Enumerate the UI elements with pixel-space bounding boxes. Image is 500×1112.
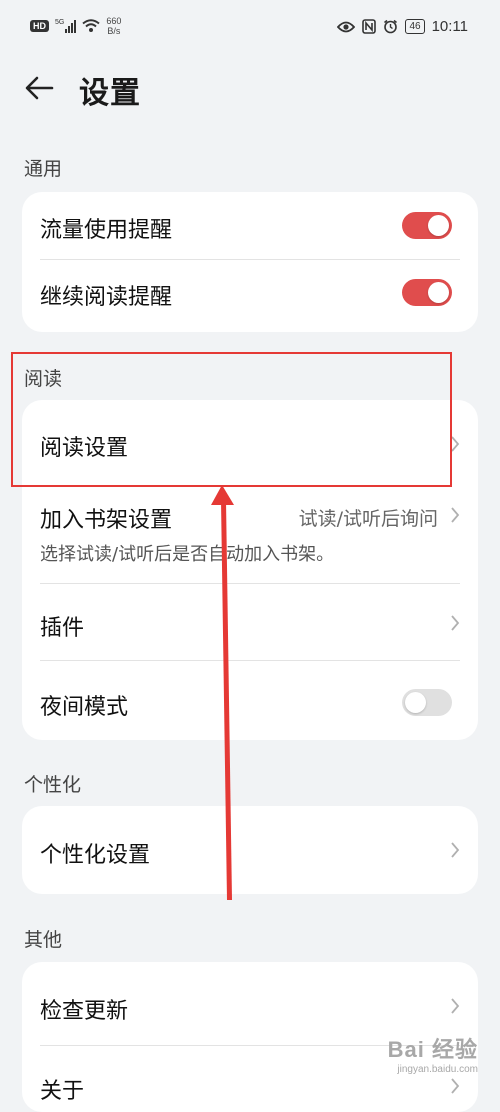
setting-label: 夜间模式	[40, 695, 129, 720]
alarm-icon	[384, 19, 398, 34]
setting-row-personalization[interactable]: 个性化设置	[22, 806, 478, 894]
setting-value: 试读/试听后询问	[298, 508, 438, 530]
setting-label: 流量使用提醒	[40, 218, 173, 243]
nfc-icon	[362, 19, 377, 34]
setting-label: 个性化设置	[40, 843, 151, 868]
signal-icon: 5G	[55, 19, 77, 33]
setting-label: 关于	[40, 1079, 85, 1104]
back-button[interactable]	[22, 68, 62, 108]
arrow-left-icon	[25, 76, 54, 100]
setting-label: 阅读设置	[40, 436, 129, 461]
night-mode-toggle[interactable]	[402, 689, 452, 716]
chevron-right-icon	[451, 615, 460, 631]
setting-row-plugins[interactable]: 插件	[22, 584, 478, 661]
clock: 10:11	[431, 18, 468, 35]
watermark-brand: Bai 经验	[387, 1037, 478, 1062]
section-label-personalization: 个性化	[24, 774, 82, 796]
setting-row-add-to-bookshelf[interactable]: 加入书架设置 试读/试听后询问 选择试读/试听后是否自动加入书架。	[22, 488, 478, 584]
watermark-url: jingyan.baidu.com	[397, 1064, 478, 1075]
setting-label: 插件	[40, 616, 85, 641]
battery-indicator: 46	[405, 19, 425, 34]
setting-row-night-mode[interactable]: 夜间模式	[22, 661, 478, 740]
setting-label: 检查更新	[40, 999, 129, 1024]
chevron-right-icon	[451, 436, 460, 452]
setting-row-reading-settings[interactable]: 阅读设置	[22, 400, 478, 488]
section-label-general: 通用	[24, 158, 63, 180]
card-reading: 阅读设置 加入书架设置 试读/试听后询问 选择试读/试听后是否自动加入书架。 插…	[22, 400, 478, 740]
chevron-right-icon	[451, 507, 460, 523]
network-speed: 660 B/s	[106, 16, 122, 36]
chevron-right-icon	[451, 842, 460, 858]
watermark: Bai 经验 jingyan.baidu.com	[388, 1032, 478, 1075]
data-usage-reminder-toggle[interactable]	[402, 212, 452, 239]
eye-icon	[337, 21, 356, 32]
section-label-other: 其他	[24, 929, 63, 951]
card-personalization: 个性化设置	[22, 806, 478, 894]
setting-row-continue-reading-reminder[interactable]: 继续阅读提醒	[22, 260, 478, 332]
setting-label: 加入书架设置	[40, 508, 173, 533]
continue-reading-reminder-toggle[interactable]	[402, 279, 452, 306]
page-title: 设置	[79, 76, 141, 111]
hd-badge: HD	[30, 20, 49, 32]
setting-description: 选择试读/试听后是否自动加入书架。	[40, 544, 335, 565]
status-bar: HD 5G 660 B/s 46 10:11	[0, 0, 500, 56]
section-label-reading: 阅读	[24, 368, 63, 390]
chevron-right-icon	[451, 1078, 460, 1094]
chevron-right-icon	[451, 998, 460, 1014]
card-general: 流量使用提醒 继续阅读提醒	[22, 192, 478, 332]
setting-label: 继续阅读提醒	[40, 285, 173, 310]
wifi-icon	[82, 19, 100, 32]
network-type: 5G	[55, 19, 65, 26]
setting-row-data-usage-reminder[interactable]: 流量使用提醒	[22, 192, 478, 260]
